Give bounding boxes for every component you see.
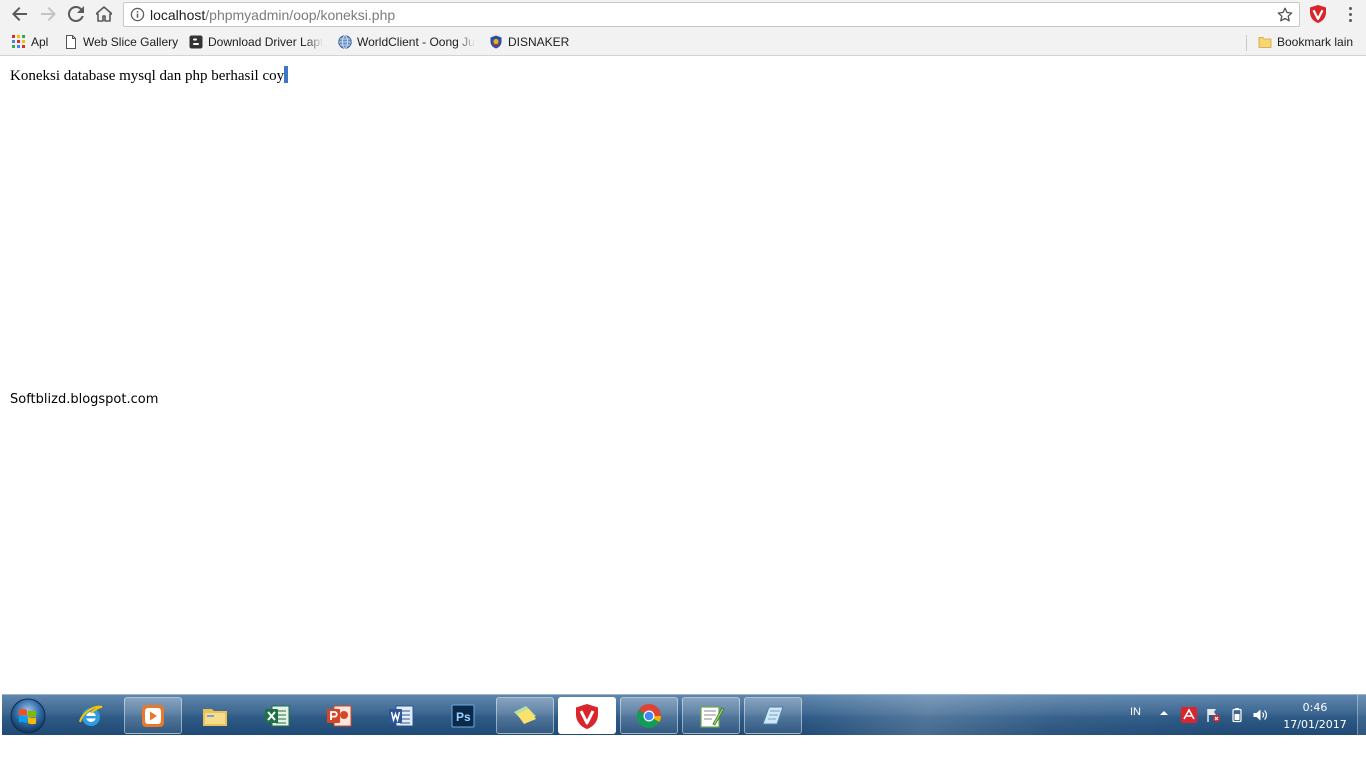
bookmark-label: Web Slice Gallery	[83, 35, 179, 49]
url-host: localhost	[150, 6, 206, 23]
system-clock[interactable]: 0:46 17/01/2017	[1280, 699, 1350, 733]
globe-icon	[338, 35, 352, 49]
bookmark-worldclient[interactable]: WorldClient - Oong Ju	[338, 33, 476, 51]
taskbar-file-explorer[interactable]	[186, 697, 244, 734]
home-icon	[96, 6, 112, 22]
notepad-icon	[762, 706, 784, 724]
folder-icon	[1258, 37, 1272, 48]
url-text[interactable]: localhost/phpmyadmin/oop/koneksi.php	[150, 7, 395, 23]
bookmark-label: Download Driver Lapt	[208, 35, 324, 49]
windows-start-icon	[10, 698, 46, 734]
excel-icon	[265, 705, 290, 726]
shield-icon[interactable]	[1308, 4, 1328, 24]
taskbar-excel[interactable]	[248, 697, 306, 734]
sticky-notes-icon	[514, 705, 536, 724]
show-hidden-icons-icon[interactable]	[1159, 708, 1169, 718]
page-icon	[66, 35, 76, 49]
forward-button[interactable]	[34, 0, 62, 28]
url-path: /phpmyadmin/oop/koneksi.php	[205, 6, 396, 23]
taskbar-chrome[interactable]	[620, 697, 678, 734]
photoshop-icon: Ps	[451, 704, 475, 727]
bookmark-separator	[1246, 35, 1247, 51]
reload-icon	[68, 6, 84, 22]
home-button[interactable]	[90, 0, 118, 28]
folder-icon	[203, 708, 227, 726]
back-button[interactable]	[6, 0, 34, 28]
media-player-icon	[142, 704, 164, 727]
taskbar-notes-app[interactable]	[744, 697, 802, 734]
taskbar-antivirus[interactable]	[558, 697, 616, 734]
bookmark-label: Apl	[31, 35, 49, 49]
taskbar-powerpoint[interactable]	[310, 697, 368, 734]
connection-message-text: Koneksi database mysql dan php berhasil …	[10, 68, 285, 84]
volume-icon[interactable]	[1252, 707, 1268, 723]
battery-icon[interactable]	[1229, 707, 1245, 723]
windows-taskbar: Ps IN 0:46 17/01/2017	[2, 694, 1366, 735]
text-selection-caret	[284, 66, 289, 83]
bookmark-other[interactable]: Bookmark lain	[1258, 33, 1353, 51]
address-bar[interactable]: localhost/phpmyadmin/oop/koneksi.php	[123, 2, 1300, 27]
taskbar-internet-explorer[interactable]	[62, 697, 120, 734]
star-icon[interactable]	[1275, 5, 1295, 25]
emblem-icon	[490, 35, 502, 49]
page-content: Koneksi database mysql dan php berhasil …	[0, 57, 1366, 694]
connection-message: Koneksi database mysql dan php berhasil …	[10, 66, 289, 85]
bookmark-label: WorldClient - Oong Ju	[357, 35, 475, 49]
taskbar-notepad-plus[interactable]	[682, 697, 740, 734]
language-indicator[interactable]: IN	[1130, 706, 1141, 718]
word-icon	[389, 705, 414, 726]
apps-grid-icon	[12, 35, 25, 48]
powerpoint-icon	[327, 705, 352, 726]
clock-time: 0:46	[1302, 701, 1328, 714]
bookmark-label: DISNAKER	[508, 35, 570, 49]
network-flag-icon[interactable]	[1205, 707, 1221, 723]
notepad-plus-icon	[700, 705, 725, 728]
arrow-left-icon	[12, 7, 27, 21]
shield-icon	[576, 703, 598, 729]
three-dots-icon[interactable]	[1340, 3, 1360, 25]
watermark-text: Softblizd.blogspot.com	[10, 392, 159, 407]
bookmark-download-driver[interactable]: Download Driver Lapt	[189, 33, 325, 51]
avira-icon[interactable]	[1181, 707, 1197, 723]
screen-bottom-margin	[0, 735, 1366, 768]
bookmark-disnaker[interactable]: DISNAKER	[489, 33, 569, 51]
taskbar-photoshop[interactable]: Ps	[434, 697, 492, 734]
clock-date: 17/01/2017	[1283, 718, 1347, 731]
blogger-icon	[189, 35, 203, 49]
chrome-icon	[637, 703, 661, 728]
bookmark-label: Bookmark lain	[1277, 35, 1354, 49]
taskbar-word[interactable]	[372, 697, 430, 734]
browser-toolbar: localhost/phpmyadmin/oop/koneksi.php	[0, 0, 1366, 29]
taskbar-sticky-notes[interactable]	[496, 697, 554, 734]
internet-explorer-icon	[79, 705, 103, 726]
info-icon[interactable]	[124, 3, 150, 26]
bookmark-apps[interactable]: Apl	[12, 33, 48, 51]
bookmark-web-slice-gallery[interactable]: Web Slice Gallery	[64, 33, 178, 51]
bookmark-bar: Apl Web Slice Gallery Download Driver La…	[0, 29, 1366, 56]
photoshop-label: Ps	[456, 710, 471, 724]
show-desktop-button[interactable]	[1357, 695, 1366, 735]
start-button[interactable]	[8, 696, 48, 736]
taskbar-media-player[interactable]	[124, 697, 182, 734]
reload-button[interactable]	[62, 0, 90, 28]
arrow-right-icon	[41, 7, 56, 21]
